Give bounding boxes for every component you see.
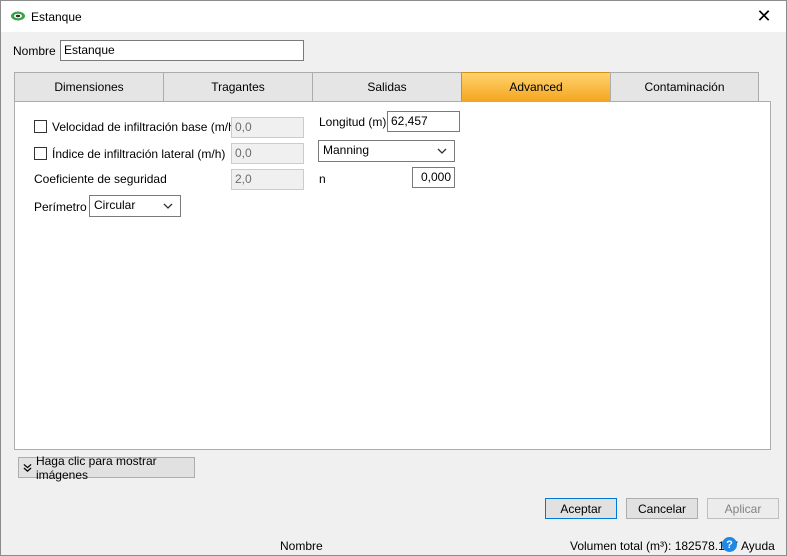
total-volume-text: Volumen total (m³): 182578.157 xyxy=(570,539,739,553)
help-icon[interactable]: ? xyxy=(722,537,737,552)
chevron-down-icon xyxy=(437,148,447,154)
chevron-down-icon xyxy=(163,203,173,209)
tab-tragantes[interactable]: Tragantes xyxy=(163,72,312,102)
advanced-panel: Velocidad de infiltración base (m/h) 0,0… xyxy=(14,101,771,450)
n-input[interactable]: 0,000 xyxy=(412,167,455,188)
tab-advanced[interactable]: Advanced xyxy=(461,72,610,102)
close-button[interactable]: ✕ xyxy=(742,1,786,32)
dialog-window: Estanque ✕ Nombre Estanque Dimensiones T… xyxy=(0,0,787,556)
infiltration-lateral-input[interactable]: 0,0 xyxy=(231,143,304,164)
cancel-button[interactable]: Cancelar xyxy=(626,498,698,519)
close-icon: ✕ xyxy=(756,6,772,26)
tab-contaminacion[interactable]: Contaminación xyxy=(610,72,759,102)
title-bar: Estanque ✕ xyxy=(1,1,786,32)
perimeter-selected: Circular xyxy=(94,198,136,212)
perimeter-select[interactable]: Circular xyxy=(89,195,181,217)
infiltration-base-checkbox[interactable] xyxy=(34,120,47,133)
name-input[interactable]: Estanque xyxy=(60,40,304,61)
tab-dimensiones[interactable]: Dimensiones xyxy=(14,72,163,102)
apply-button[interactable]: Aplicar xyxy=(707,498,779,519)
show-images-button[interactable]: Haga clic para mostrar imágenes xyxy=(18,454,195,482)
app-logo-icon xyxy=(11,11,25,21)
n-label: n xyxy=(319,172,326,186)
safety-coef-label: Coeficiente de seguridad xyxy=(34,172,167,186)
help-link[interactable]: Ayuda xyxy=(741,539,775,553)
tab-strip: Dimensiones Tragantes Salidas Advanced C… xyxy=(14,72,759,102)
infiltration-base-input[interactable]: 0,0 xyxy=(231,117,304,138)
tab-salidas[interactable]: Salidas xyxy=(312,72,461,102)
perimeter-label: Perímetro xyxy=(34,200,87,214)
roughness-method-selected: Manning xyxy=(323,143,370,157)
length-input[interactable]: 62,457 xyxy=(387,111,460,132)
roughness-method-select[interactable]: Manning xyxy=(318,140,455,162)
accept-button[interactable]: Aceptar xyxy=(545,498,617,519)
infiltration-lateral-label: Índice de infiltración lateral (m/h) xyxy=(52,147,226,161)
infiltration-base-label: Velocidad de infiltración base (m/h) xyxy=(52,120,239,134)
window-title: Estanque xyxy=(31,10,82,24)
status-name-label: Nombre xyxy=(280,539,323,553)
safety-coef-input[interactable]: 2,0 xyxy=(231,169,304,190)
show-images-label: Haga clic para mostrar imágenes xyxy=(35,453,157,482)
name-label: Nombre xyxy=(13,44,56,58)
length-label: Longitud (m) xyxy=(319,115,387,129)
double-chevron-down-icon xyxy=(23,463,32,472)
infiltration-lateral-checkbox[interactable] xyxy=(34,147,47,160)
